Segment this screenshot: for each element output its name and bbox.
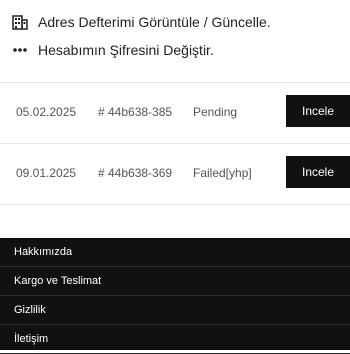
building-icon (12, 14, 28, 30)
order-row: 05.02.2025 # 44b638-385 Pending Incele (0, 82, 350, 143)
change-password-label: Hesabımın Şifresini Değiştir. (38, 42, 214, 58)
address-book-label: Adres Defterimi Görüntüle / Güncelle. (38, 14, 271, 30)
change-password-link[interactable]: Hesabımın Şifresini Değiştir. (12, 38, 214, 62)
order-status: Failed[yhp] (193, 166, 252, 180)
footer-link-shipping[interactable]: Kargo ve Teslimat (0, 267, 350, 296)
order-number: # 44b638-385 (98, 105, 173, 119)
footer-link-privacy[interactable]: Gizlilik (0, 296, 350, 325)
orders-list: 05.02.2025 # 44b638-385 Pending Incele 0… (0, 82, 350, 205)
order-date: 09.01.2025 (16, 166, 77, 180)
inspect-order-button[interactable]: Incele (286, 156, 350, 188)
order-number: # 44b638-369 (98, 166, 173, 180)
footer-link-about[interactable]: Hakkımızda (0, 238, 350, 267)
site-footer: Hakkımızda Kargo ve Teslimat Gizlilik İl… (0, 238, 350, 354)
order-row: 09.01.2025 # 44b638-369 Failed[yhp] Ince… (0, 143, 350, 205)
partially-visible-menu-item (12, 0, 262, 2)
inspect-order-button[interactable]: Incele (286, 95, 350, 127)
order-date: 05.02.2025 (16, 105, 77, 119)
address-book-link[interactable]: Adres Defterimi Görüntüle / Güncelle. (12, 10, 271, 34)
dots-icon (12, 42, 28, 58)
order-status: Pending (193, 105, 238, 119)
